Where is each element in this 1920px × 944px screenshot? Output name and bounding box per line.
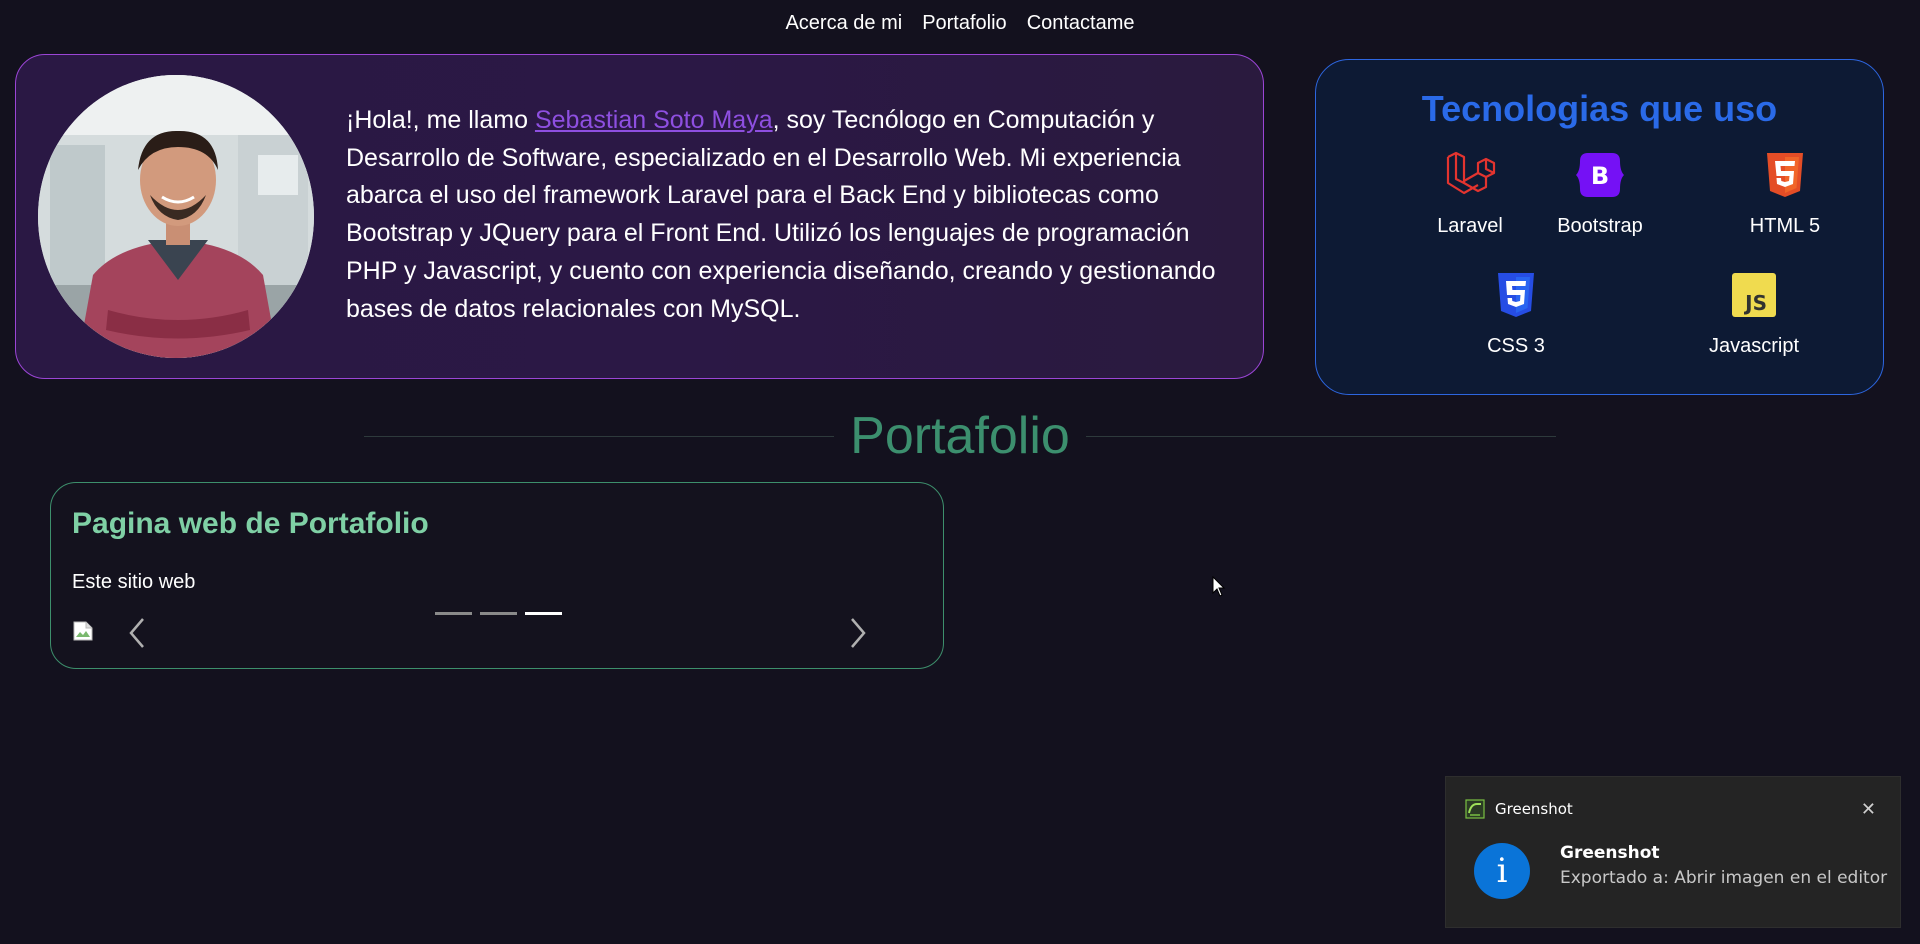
project-title: Pagina web de Portafolio	[72, 507, 429, 540]
greenshot-notification[interactable]: Greenshot ✕ i Greenshot Exportado a: Abr…	[1445, 776, 1901, 928]
notification-message: Exportado a: Abrir imagen en el editor	[1560, 868, 1888, 888]
top-nav: Acerca de mi Portafolio Contactame	[0, 8, 1920, 39]
author-name-link[interactable]: Sebastian Soto Maya	[535, 106, 773, 134]
bootstrap-icon: B	[1576, 153, 1624, 197]
notification-title: Greenshot	[1560, 843, 1660, 863]
tech-item-html5: HTML 5	[1715, 149, 1855, 238]
greenshot-app-icon	[1465, 799, 1485, 819]
portfolio-heading: Portafolio	[850, 407, 1070, 465]
broken-image-icon	[73, 621, 93, 641]
about-bio: ¡Hola!, me llamo Sebastian Soto Maya, so…	[346, 102, 1246, 328]
svg-text:B: B	[1591, 162, 1609, 190]
notification-close-icon[interactable]: ✕	[1861, 799, 1876, 820]
info-icon: i	[1474, 843, 1530, 899]
about-bio-text: , soy Tecnólogo en Computación y Desarro…	[346, 106, 1216, 323]
notification-header: Greenshot	[1465, 799, 1573, 819]
about-greeting: ¡Hola!, me llamo	[346, 106, 535, 134]
javascript-icon: JS	[1732, 273, 1776, 317]
project-description: Este sitio web	[72, 571, 196, 593]
carousel-indicator-3[interactable]	[525, 612, 562, 615]
tech-label-bootstrap: Bootstrap	[1557, 215, 1643, 237]
tech-item-bootstrap: B Bootstrap	[1530, 149, 1670, 238]
css3-icon	[1498, 273, 1534, 317]
svg-text:JS: JS	[1743, 291, 1767, 315]
carousel-indicators	[435, 612, 562, 615]
tech-item-css3: CSS 3	[1446, 269, 1586, 358]
carousel-indicator-2[interactable]	[480, 612, 517, 615]
carousel-next-button[interactable]	[842, 615, 872, 651]
html5-icon	[1767, 153, 1803, 197]
mouse-cursor-icon	[1212, 576, 1226, 597]
tech-item-laravel: Laravel	[1400, 149, 1540, 238]
tech-label-laravel: Laravel	[1437, 215, 1503, 237]
nav-link-contact[interactable]: Contactame	[1027, 8, 1135, 39]
profile-photo-illustration	[38, 75, 314, 358]
portfolio-divider-right	[1086, 436, 1556, 437]
carousel-prev-button[interactable]	[123, 615, 153, 651]
laravel-icon	[1446, 151, 1496, 195]
tech-item-javascript: JS Javascript	[1684, 269, 1824, 358]
tech-label-css3: CSS 3	[1487, 335, 1545, 357]
tech-label-javascript: Javascript	[1708, 335, 1800, 357]
carousel-indicator-1[interactable]	[435, 612, 472, 615]
tech-label-html5: HTML 5	[1749, 215, 1821, 237]
about-card: ¡Hola!, me llamo Sebastian Soto Maya, so…	[15, 54, 1264, 379]
notification-app-name: Greenshot	[1495, 800, 1573, 818]
technologies-title: Tecnologias que uso	[1421, 88, 1778, 129]
project-card: Pagina web de Portafolio Este sitio web	[50, 482, 944, 669]
technologies-card: Tecnologias que uso Laravel B Bootstrap …	[1315, 59, 1884, 395]
nav-link-portfolio[interactable]: Portafolio	[922, 8, 1007, 39]
profile-photo	[38, 75, 314, 358]
nav-link-about[interactable]: Acerca de mi	[785, 8, 902, 39]
portfolio-divider-left	[364, 436, 834, 437]
